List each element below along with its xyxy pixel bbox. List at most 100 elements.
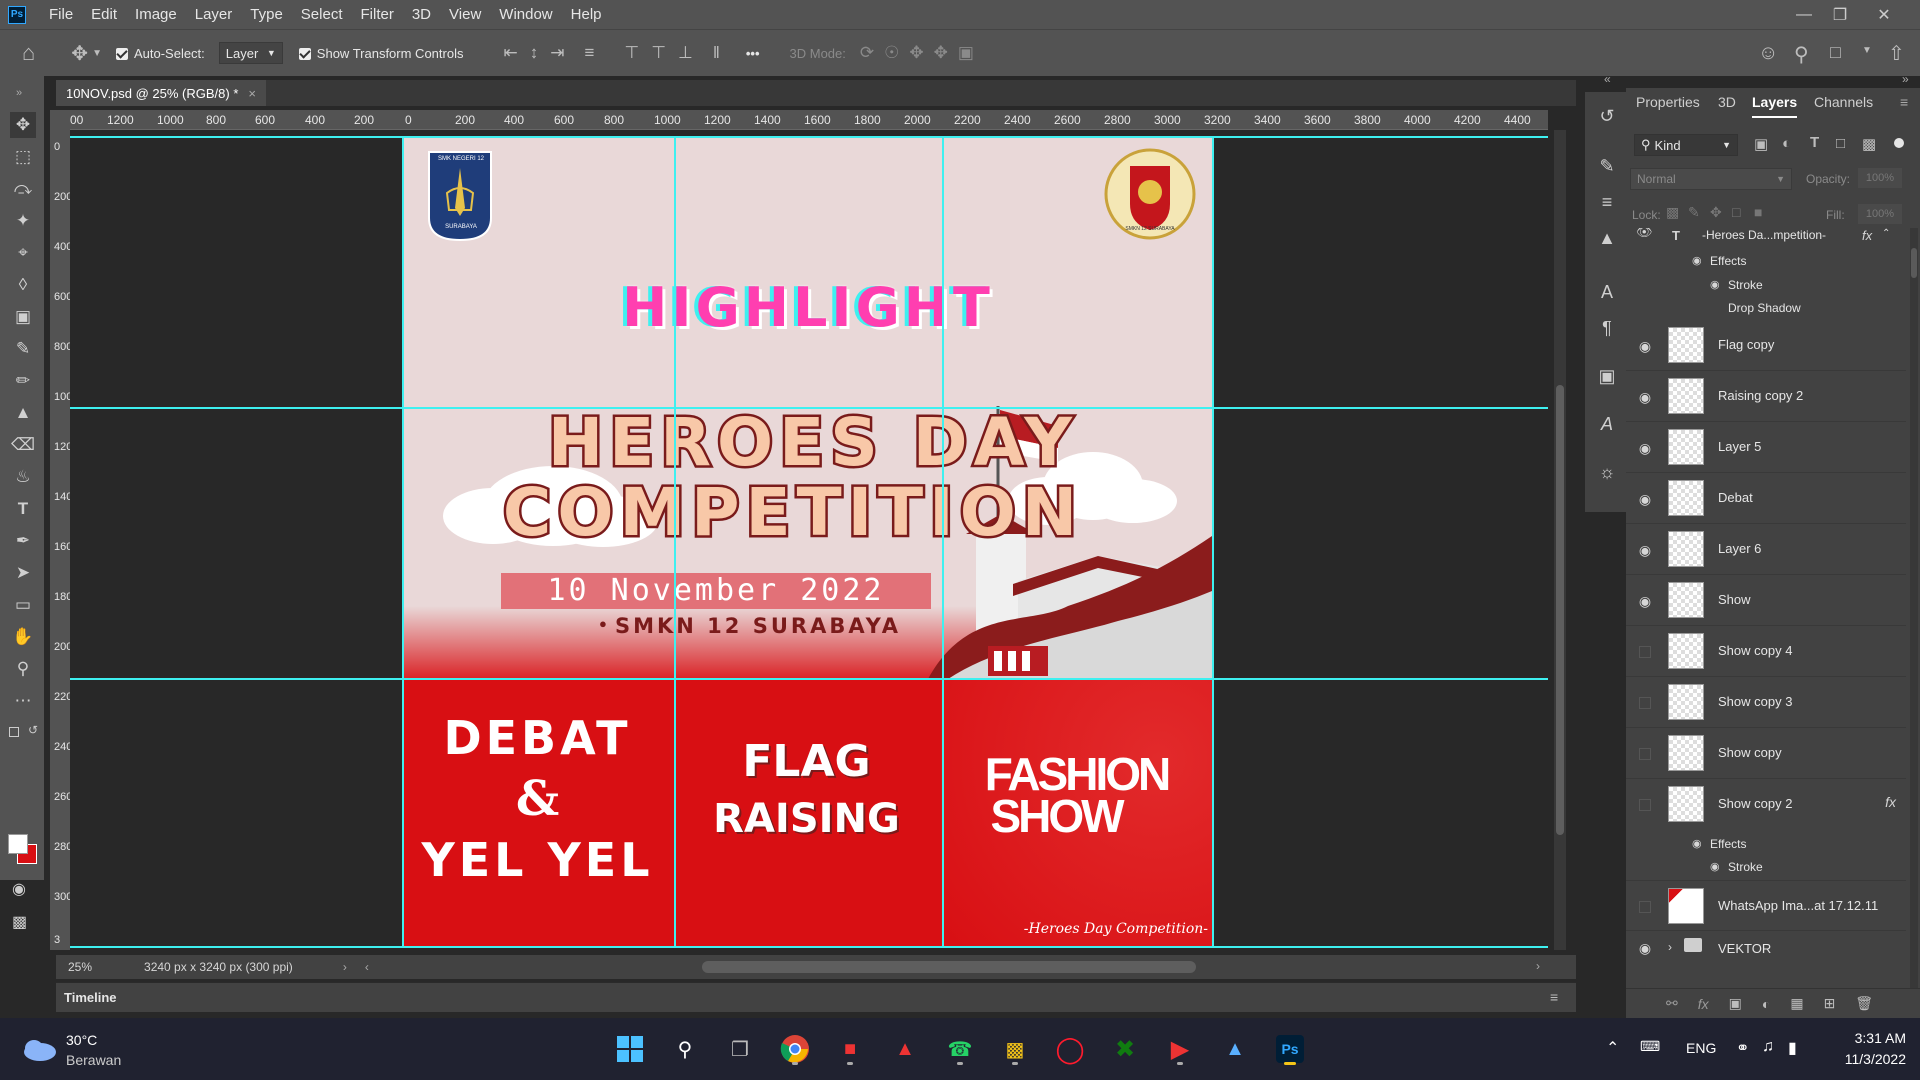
keyboard-icon[interactable]: ⌨ <box>1640 1038 1660 1055</box>
group-expand-icon[interactable]: › <box>1668 940 1672 954</box>
collapse-panel-icon[interactable]: » <box>1902 72 1909 86</box>
app-icon-red-2[interactable]: ▲ <box>886 1030 924 1068</box>
lock-artboard-icon[interactable]: □ <box>1732 204 1740 220</box>
3d-pan-icon[interactable]: ✥ <box>909 43 923 63</box>
collapse-strip-icon[interactable]: « <box>1604 72 1611 86</box>
minimize-icon[interactable]: — <box>1786 0 1822 29</box>
file-explorer-icon[interactable]: ▩ <box>996 1030 1034 1068</box>
lasso-tool-icon[interactable]: ⤼ <box>10 176 36 202</box>
battery-icon[interactable]: ▮ <box>1788 1038 1797 1058</box>
distribute-vertical-icon[interactable]: ‖ <box>713 43 720 63</box>
tab-channels[interactable]: Channels <box>1814 94 1873 110</box>
collapse-icon[interactable]: » <box>6 80 32 106</box>
3d-slide-icon[interactable]: ✥ <box>934 43 948 63</box>
zoom-level[interactable]: 25% <box>68 960 92 974</box>
zoom-tool-icon[interactable]: ⚲ <box>10 656 36 682</box>
timeline-menu-icon[interactable]: ≡ <box>1550 989 1558 1005</box>
layer-row-show-copy-3[interactable]: Show copy 3 <box>1626 677 1906 728</box>
menu-3d[interactable]: 3D <box>403 6 440 23</box>
menu-help[interactable]: Help <box>562 6 611 23</box>
layer-visibility-icon[interactable]: ◉ <box>1636 439 1654 457</box>
layer-row-show-copy-4[interactable]: Show copy 4 <box>1626 626 1906 677</box>
menu-view[interactable]: View <box>440 6 490 23</box>
guide-horizontal[interactable] <box>70 678 1548 680</box>
align-center-icon[interactable]: ↕ <box>530 43 539 63</box>
guide-vertical[interactable] <box>402 136 404 946</box>
guide-vertical[interactable] <box>942 136 944 946</box>
3d-orbit-icon[interactable]: ⟳ <box>860 43 874 63</box>
horizontal-scroll-thumb[interactable] <box>702 961 1196 973</box>
3d-roll-icon[interactable]: ☉ <box>884 43 899 63</box>
tab-3d[interactable]: 3D <box>1718 94 1736 110</box>
effects-visibility-icon[interactable]: ◉ <box>1692 254 1702 267</box>
more-options-button[interactable]: ••• <box>746 46 760 61</box>
chrome-icon[interactable] <box>776 1030 814 1068</box>
tray-chevron-icon[interactable]: ⌃ <box>1606 1038 1619 1058</box>
more-tools-icon[interactable]: ⋯ <box>10 688 36 714</box>
layer-group-vektor[interactable]: ◉ › VEKTOR <box>1626 931 1906 967</box>
layer-visibility-icon[interactable]: ◉ <box>1636 592 1654 610</box>
layer-visibility-icon[interactable]: ◉ <box>1636 939 1654 957</box>
layers-scroll-thumb[interactable] <box>1911 248 1917 278</box>
tab-layers[interactable]: Layers <box>1752 94 1798 118</box>
quick-mask-icon[interactable]: ◉ <box>12 879 26 899</box>
menu-edit[interactable]: Edit <box>82 6 126 23</box>
swap-colors-icon[interactable]: ↺ <box>28 723 38 737</box>
workspace-icon[interactable]: □ <box>1830 42 1841 63</box>
menu-type[interactable]: Type <box>241 6 292 23</box>
layers-list[interactable]: 👁 T -Heroes Da...mpetition- fx ⌃ ◉ Effec… <box>1626 228 1906 988</box>
media-player-icon[interactable]: ▶ <box>1161 1030 1199 1068</box>
layer-visibility-toggle[interactable] <box>1639 799 1651 811</box>
glyphs-icon[interactable]: A <box>1595 412 1619 436</box>
layer-visibility-icon[interactable]: ◉ <box>1636 541 1654 559</box>
layer-visibility-toggle[interactable] <box>1639 901 1651 913</box>
align-middle-icon[interactable]: ⊤ <box>651 43 666 63</box>
default-colors-icon[interactable] <box>9 727 19 737</box>
search-taskbar-icon[interactable]: ⚲ <box>666 1030 704 1068</box>
filter-type-icon[interactable]: T <box>1810 134 1819 151</box>
brush-settings-icon[interactable]: ✎ <box>1595 154 1619 178</box>
menu-window[interactable]: Window <box>490 6 561 23</box>
guide-horizontal[interactable] <box>70 407 1548 409</box>
share-icon[interactable]: ⇧ <box>1888 41 1905 66</box>
vertical-scroll-thumb[interactable] <box>1556 385 1564 835</box>
layer-visibility-icon[interactable]: ◉ <box>1636 490 1654 508</box>
layer-row-heroes[interactable]: 👁 T -Heroes Da...mpetition- fx ⌃ <box>1626 228 1906 248</box>
filter-pixel-icon[interactable]: ▣ <box>1754 135 1768 153</box>
xbox-icon[interactable]: ✖ <box>1106 1030 1144 1068</box>
menu-file[interactable]: File <box>40 6 82 23</box>
menu-select[interactable]: Select <box>292 6 352 23</box>
screen-mode-icon[interactable]: ▩ <box>12 912 27 932</box>
layer-row-debat[interactable]: ◉ Debat <box>1626 473 1906 524</box>
layer-visibility-icon[interactable]: ◉ <box>1636 337 1654 355</box>
stamp-tool-icon[interactable]: ▲ <box>10 400 36 426</box>
rectangle-tool-icon[interactable]: ▭ <box>10 592 36 618</box>
document-tab[interactable]: 10NOV.psd @ 25% (RGB/8) * × <box>56 80 266 106</box>
network-icon[interactable]: ⚭ <box>1736 1038 1749 1058</box>
status-chevron-icon[interactable]: › <box>343 960 347 974</box>
opacity-field[interactable]: 100% <box>1858 168 1902 188</box>
new-group-icon[interactable]: ▦ <box>1790 995 1803 1012</box>
align-bottom-icon[interactable]: ⊥ <box>678 43 693 63</box>
menu-layer[interactable]: Layer <box>186 6 242 23</box>
tab-properties[interactable]: Properties <box>1636 94 1700 110</box>
layer-row-layer-6[interactable]: ◉ Layer 6 <box>1626 524 1906 575</box>
layer-visibility-icon[interactable]: ◉ <box>1636 388 1654 406</box>
fx-icon[interactable]: fx <box>1885 794 1896 810</box>
new-fill-layer-icon[interactable]: ◐ <box>1762 996 1770 1012</box>
auto-select-dropdown[interactable]: Layer ▼ <box>218 42 283 64</box>
layer-row-show[interactable]: ◉ Show <box>1626 575 1906 626</box>
distribute-icon[interactable]: ≡ <box>584 43 594 63</box>
filter-toggle[interactable] <box>1894 138 1904 148</box>
layer-row-layer-5[interactable]: ◉ Layer 5 <box>1626 422 1906 473</box>
vertical-scrollbar[interactable] <box>1554 130 1566 950</box>
fx-icon[interactable]: fx <box>1862 228 1872 243</box>
marquee-tool-icon[interactable]: ⬚ <box>10 144 36 170</box>
layer-row-show-copy[interactable]: Show copy <box>1626 728 1906 779</box>
close-tab-icon[interactable]: × <box>248 86 256 101</box>
guide-horizontal[interactable] <box>70 136 1548 138</box>
eraser-tool-icon[interactable]: ⌫ <box>10 432 36 458</box>
filter-adjustment-icon[interactable]: ◐ <box>1782 135 1791 152</box>
layer-visibility-toggle[interactable] <box>1639 697 1651 709</box>
blend-mode-dropdown[interactable]: Normal ▼ <box>1630 168 1792 190</box>
